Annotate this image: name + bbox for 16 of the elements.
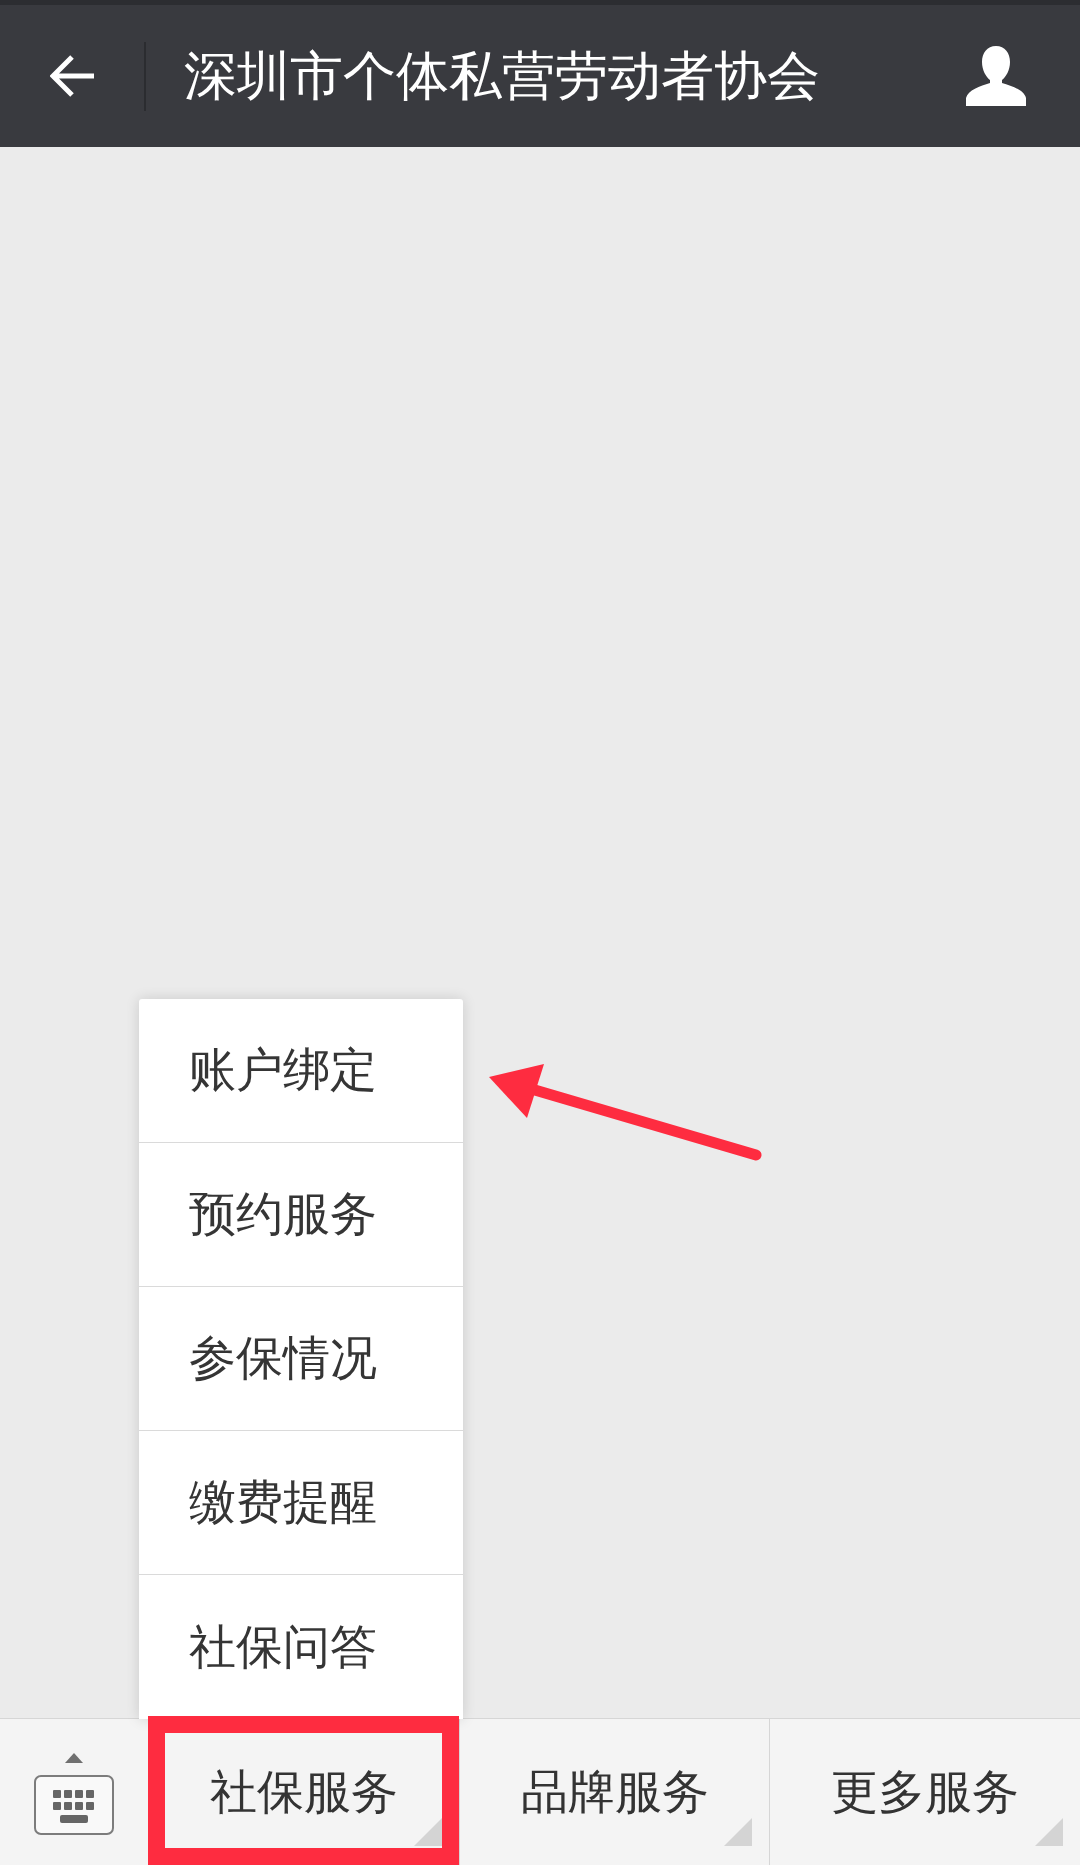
menu-item[interactable]: 社保问答 [139, 1575, 463, 1719]
corner-triangle-icon [413, 1818, 442, 1846]
menu-item[interactable]: 参保情况 [139, 1287, 463, 1431]
menu-tab[interactable]: 更多服务 [769, 1719, 1080, 1865]
back-icon[interactable] [50, 53, 96, 99]
page-title: 深圳市个体私营劳动者协会 [184, 44, 820, 108]
person-icon[interactable] [966, 46, 1026, 106]
menu-tab[interactable]: 社保服务 [148, 1719, 459, 1865]
menu-tab[interactable]: 品牌服务 [458, 1719, 770, 1865]
menu-item[interactable]: 预约服务 [139, 1143, 463, 1287]
corner-triangle-icon [724, 1818, 753, 1846]
menu-item[interactable]: 账户绑定 [139, 999, 463, 1143]
keyboard-icon [34, 1775, 114, 1835]
caret-up-icon [65, 1753, 83, 1763]
menu-item[interactable]: 缴费提醒 [139, 1431, 463, 1575]
corner-triangle-icon [1035, 1818, 1063, 1846]
